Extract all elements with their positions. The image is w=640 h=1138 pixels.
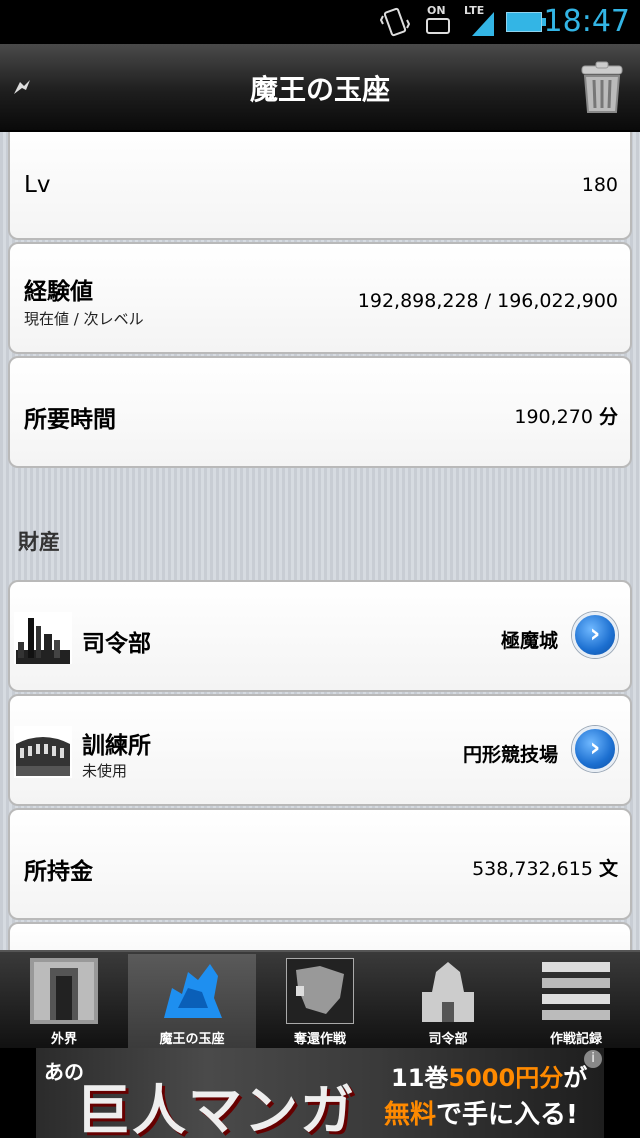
ad-line-2: 無料で手に入る!: [384, 1094, 578, 1131]
title-bar: 魔王の玉座: [0, 44, 640, 132]
tab-label: 外界: [50, 1032, 77, 1047]
required-time-value: 190,270 分: [514, 402, 618, 429]
ad-headline: 巨人マンガ: [76, 1079, 356, 1138]
tab-label: 魔王の玉座: [159, 1032, 225, 1047]
sync-icon: ON: [424, 4, 452, 36]
castle-icon: [422, 962, 474, 1022]
level-label: Lv: [24, 172, 51, 198]
chevron-right-icon: ›: [589, 619, 601, 649]
experience-sub: 現在値 / 次レベル: [24, 310, 144, 328]
demon-king-icon: [164, 964, 222, 1018]
money-number: 538,732,615: [472, 858, 593, 880]
ad-line1-b: 5000円分: [448, 1064, 564, 1092]
page-title: 魔王の玉座: [249, 73, 390, 106]
ad-line-1: 11巻5000円分が: [391, 1058, 587, 1093]
tab-outside-world[interactable]: 外界: [0, 954, 128, 1050]
headquarters-value: 極魔城: [500, 630, 558, 652]
tab-label: 奪還作戦: [293, 1032, 346, 1047]
experience-value: 192,898,228 / 196,022,900: [357, 290, 618, 312]
training-sub: 未使用: [82, 762, 128, 780]
ad-line2-b: で手に入る!: [436, 1100, 578, 1130]
training-value: 円形競技場: [462, 744, 558, 766]
ad-banner[interactable]: あの 巨人マンガ 11巻5000円分が 無料で手に入る! i: [0, 1048, 640, 1138]
records-icon: [542, 962, 610, 1020]
map-icon: [286, 958, 354, 1024]
headquarters-detail-button[interactable]: ›: [572, 612, 618, 658]
tab-label: 作戦記録: [549, 1032, 602, 1047]
money-unit: 文: [598, 858, 618, 880]
tab-throne[interactable]: 魔王の玉座: [128, 954, 256, 1050]
tab-recapture[interactable]: 奪還作戦: [256, 954, 384, 1050]
tab-headquarters[interactable]: 司令部: [384, 954, 512, 1050]
chevron-right-icon: ›: [589, 733, 601, 763]
headquarters-thumbnail: [14, 612, 72, 664]
headquarters-card[interactable]: 司令部 極魔城 ›: [8, 580, 632, 692]
experience-label: 経験値: [24, 279, 93, 305]
castle-gate-icon: [30, 958, 98, 1024]
training-detail-button[interactable]: ›: [572, 726, 618, 772]
tab-records[interactable]: 作戦記録: [512, 954, 640, 1050]
vibrate-icon: [380, 7, 410, 37]
training-thumbnail: [14, 726, 72, 778]
experience-card: 経験値 現在値 / 次レベル 192,898,228 / 196,022,900: [8, 242, 632, 354]
headquarters-label: 司令部: [82, 631, 151, 657]
training-label: 訓練所: [82, 733, 151, 759]
level-value: 180: [581, 174, 618, 196]
ad-line2-a: 無料: [384, 1100, 437, 1130]
trash-icon[interactable]: [574, 60, 630, 116]
battery-icon: [506, 12, 546, 32]
tab-label: 司令部: [428, 1032, 468, 1047]
status-bar: ON LTE 18:47: [0, 0, 640, 44]
ad-line1-c: が: [563, 1064, 588, 1092]
bottom-tab-bar: 外界 魔王の玉座 奪還作戦 司令部 作戦記録: [0, 950, 640, 1050]
level-card: Lv 180: [8, 132, 632, 240]
money-card: 所持金 538,732,615 文: [8, 808, 632, 920]
required-time-card: 所要時間 190,270 分: [8, 356, 632, 468]
money-label: 所持金: [24, 859, 93, 885]
toggle-label: ON: [427, 4, 446, 17]
ad-line1-a: 11巻: [391, 1064, 449, 1092]
required-time-number: 190,270: [514, 406, 593, 428]
ad-content[interactable]: あの 巨人マンガ 11巻5000円分が 無料で手に入る!: [36, 1048, 604, 1138]
info-icon[interactable]: i: [584, 1050, 602, 1068]
content-area[interactable]: Lv 180 経験値 現在値 / 次レベル 192,898,228 / 196,…: [0, 132, 640, 950]
clock: 18:47: [543, 4, 630, 39]
section-title-assets: 財産: [18, 530, 60, 554]
required-time-unit: 分: [598, 406, 618, 428]
training-card[interactable]: 訓練所 未使用 円形競技場 ›: [8, 694, 632, 806]
required-time-label: 所要時間: [24, 407, 116, 433]
signal-icon: LTE: [464, 4, 496, 38]
money-value: 538,732,615 文: [472, 854, 618, 881]
next-card-partial: [8, 922, 632, 950]
